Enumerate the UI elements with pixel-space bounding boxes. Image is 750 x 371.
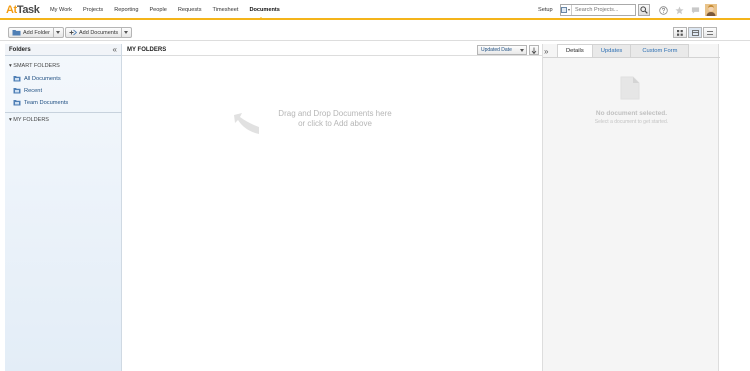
list-view-icon <box>707 30 713 35</box>
smart-folder-recent[interactable]: Recent <box>13 87 42 94</box>
folders-title: Folders <box>9 46 31 53</box>
smart-folder-team-documents[interactable]: Team Documents <box>13 99 68 106</box>
nav-requests[interactable]: Requests <box>178 7 202 13</box>
updates-button[interactable] <box>689 4 701 16</box>
avatar-image <box>705 4 717 16</box>
nav-reporting[interactable]: Reporting <box>114 7 138 13</box>
chat-icon <box>691 6 699 14</box>
sort-direction-button[interactable] <box>529 45 539 55</box>
search-filter-dropdown[interactable] <box>561 5 572 15</box>
chevron-down-icon <box>124 31 129 34</box>
sidebar-divider <box>5 112 122 113</box>
grid-view-icon <box>677 29 683 36</box>
smart-folders-toggle[interactable]: ▾ SMART FOLDERS <box>5 63 60 69</box>
split-view-button[interactable] <box>688 27 702 38</box>
tab-details[interactable]: Details <box>557 44 593 57</box>
no-document-subtitle: Select a document to get started. <box>594 119 669 125</box>
nav-projects[interactable]: Projects <box>83 7 103 13</box>
collapse-sidebar-button[interactable]: « <box>113 45 117 54</box>
search-input[interactable] <box>572 7 646 13</box>
tabs-divider <box>543 57 720 58</box>
project-search-box <box>560 4 646 16</box>
chevron-down-icon <box>55 31 60 34</box>
main-nav: My Work Projects Reporting People Reques… <box>50 7 280 20</box>
grid-view-button[interactable] <box>673 27 687 38</box>
expand-panel-button[interactable]: » <box>544 47 548 56</box>
search-icon <box>640 6 648 14</box>
document-placeholder-icon <box>620 76 640 100</box>
documents-toolbar: Add Folder Add Documents <box>0 24 750 41</box>
help-icon <box>658 5 668 15</box>
add-documents-icon <box>69 29 77 36</box>
list-view-button[interactable] <box>703 27 717 38</box>
attask-logo[interactable]: AtTask <box>6 4 40 16</box>
sort-select-label: Updated Date <box>481 47 512 53</box>
nav-documents[interactable]: Documents <box>249 7 280 20</box>
add-documents-button[interactable]: Add Documents <box>65 27 133 38</box>
split-view-icon <box>691 29 699 36</box>
tab-updates[interactable]: Updates <box>591 44 632 57</box>
sort-select[interactable]: Updated Date <box>477 45 527 55</box>
smart-folders-label: SMART FOLDERS <box>13 63 60 69</box>
main-header: MY FOLDERS Updated Date <box>122 44 542 56</box>
add-folder-dropdown[interactable] <box>52 28 60 37</box>
search-filter-icon <box>561 6 570 13</box>
top-navigation-bar: AtTask My Work Projects Reporting People… <box>0 0 750 20</box>
details-tabs: Details Updates Custom Form <box>557 44 690 57</box>
main-title: MY FOLDERS <box>127 46 167 53</box>
smart-folder-icon <box>13 76 21 82</box>
help-button[interactable] <box>657 4 669 16</box>
drop-arrow-icon <box>234 113 259 134</box>
documents-main-area: MY FOLDERS Updated Date Drag and Drop Do… <box>122 44 542 371</box>
setup-link[interactable]: Setup <box>538 7 553 13</box>
smart-folder-icon <box>13 88 21 94</box>
star-icon <box>674 6 684 14</box>
drop-zone-text: Drag and Drop Documents here or click to… <box>260 109 410 129</box>
add-folder-icon <box>12 30 21 36</box>
nav-my-work[interactable]: My Work <box>50 7 72 13</box>
drop-zone-line2: or click to Add above <box>298 119 372 128</box>
smart-folder-all-documents[interactable]: All Documents <box>13 75 61 82</box>
drop-zone-line1: Drag and Drop Documents here <box>278 109 392 118</box>
my-folders-label: MY FOLDERS <box>13 117 49 123</box>
add-documents-label: Add Documents <box>79 29 119 36</box>
add-documents-dropdown[interactable] <box>121 28 129 37</box>
nav-timesheet[interactable]: Timesheet <box>213 7 239 13</box>
nav-people[interactable]: People <box>149 7 166 13</box>
add-folder-button[interactable]: Add Folder <box>8 27 64 38</box>
tab-custom-form[interactable]: Custom Form <box>630 44 690 57</box>
add-folder-label: Add Folder <box>23 29 50 36</box>
favorites-button[interactable] <box>673 4 685 16</box>
my-folders-toggle[interactable]: ▾ MY FOLDERS <box>5 117 49 123</box>
folders-header: Folders « <box>5 44 121 56</box>
document-details-panel: Details Updates Custom Form No document … <box>542 44 720 371</box>
chevron-down-icon <box>520 49 524 52</box>
folders-sidebar: Folders « ▾ SMART FOLDERS All Documents … <box>5 44 122 371</box>
document-drop-zone[interactable]: Drag and Drop Documents here or click to… <box>230 107 410 137</box>
smart-folder-icon <box>13 100 21 106</box>
search-button[interactable] <box>638 4 650 16</box>
sort-direction-icon <box>531 47 537 54</box>
no-document-title: No document selected. <box>595 110 668 117</box>
avatar[interactable] <box>705 4 717 16</box>
